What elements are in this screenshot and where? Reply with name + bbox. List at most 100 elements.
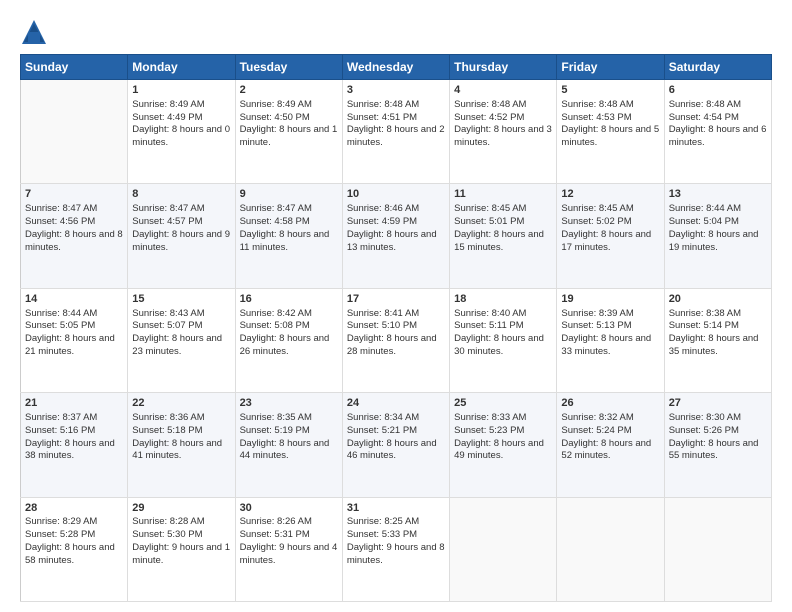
weekday-header: Monday [128,55,235,80]
calendar-cell: 18Sunrise: 8:40 AMSunset: 5:11 PMDayligh… [450,288,557,392]
sunset-text: Sunset: 4:51 PM [347,112,417,123]
calendar-cell: 28Sunrise: 8:29 AMSunset: 5:28 PMDayligh… [21,497,128,601]
calendar-cell: 5Sunrise: 8:48 AMSunset: 4:53 PMDaylight… [557,80,664,184]
day-number: 19 [561,292,659,307]
calendar-cell: 3Sunrise: 8:48 AM Sunset: 4:51 PMDaylight… [342,80,449,184]
calendar-cell: 27Sunrise: 8:30 AM Sunset: 5:26 PM Dayligh… [664,393,771,497]
daylight-text: Daylight: 8 hours and 38 minutes. [25,438,115,462]
sunset-text: Sunset: 5:30 PM [132,529,202,540]
sunset-text: Sunset: 5:21 PM [347,425,417,436]
sunrise-text: Sunrise: 8:47 AM [132,203,204,214]
day-number: 18 [454,292,552,307]
sunrise-text: Sunrise: 8:48 AM [454,99,526,110]
daylight-text: Daylight: 8 hours and 3 minutes. [454,124,552,148]
sunrise-text: Sunrise: 8:34 AM [347,412,419,423]
calendar-week-row: 7Sunrise: 8:47 AMSunset: 4:56 PMDaylight… [21,184,772,288]
weekday-header-row: SundayMondayTuesdayWednesdayThursdayFrid… [21,55,772,80]
daylight-text: Daylight: 8 hours and 8 minutes. [25,229,123,253]
day-number: 16 [240,292,338,307]
sunset-text: Sunset: 4:53 PM [561,112,631,123]
sunset-text: Sunset: 5:01 PM [454,216,524,227]
day-number: 15 [132,292,230,307]
daylight-text: Daylight: 8 hours and 17 minutes. [561,229,651,253]
day-number: 30 [240,501,338,516]
sunset-text: Sunset: 5:33 PM [347,529,417,540]
sunrise-text: Sunrise: 8:44 AM [25,308,97,319]
sunset-text: Sunset: 5:04 PM [669,216,739,227]
sunset-text: Sunset: 4:52 PM [454,112,524,123]
day-number: 24 [347,396,445,411]
calendar-cell: 20Sunrise: 8:38 AMSunset: 5:14 PMDayligh… [664,288,771,392]
daylight-text: Daylight: 8 hours and 1 minute. [240,124,338,148]
day-number: 7 [25,187,123,202]
day-number: 25 [454,396,552,411]
day-number: 31 [347,501,445,516]
sunrise-text: Sunrise: 8:36 AM [132,412,204,423]
day-number: 10 [347,187,445,202]
weekday-header: Sunday [21,55,128,80]
sunset-text: Sunset: 5:26 PM [669,425,739,436]
calendar-cell: 30Sunrise: 8:26 AMSunset: 5:31 PMDayligh… [235,497,342,601]
daylight-text: Daylight: 8 hours and 28 minutes. [347,333,437,357]
day-number: 3 [347,83,445,98]
calendar-cell: 13Sunrise: 8:44 AMSunset: 5:04 PMDayligh… [664,184,771,288]
sunrise-text: Sunrise: 8:30 AM [669,412,741,423]
calendar-cell: 24Sunrise: 8:34 AM Sunset: 5:21 PM Dayligh… [342,393,449,497]
daylight-text: Daylight: 9 hours and 1 minute. [132,542,230,566]
calendar-cell: 2Sunrise: 8:49 AMSunset: 4:50 PMDaylight… [235,80,342,184]
calendar-cell [664,497,771,601]
calendar-cell: 22Sunrise: 8:36 AMSunset: 5:18 PMDayligh… [128,393,235,497]
calendar-cell: 14Sunrise: 8:44 AMSunset: 5:05 PMDayligh… [21,288,128,392]
daylight-text: Daylight: 8 hours and 46 minutes. [347,438,437,462]
calendar-table: SundayMondayTuesdayWednesdayThursdayFrid… [20,54,772,602]
daylight-text: Daylight: 8 hours and 19 minutes. [669,229,759,253]
calendar-week-row: 14Sunrise: 8:44 AMSunset: 5:05 PM Dayligh… [21,288,772,392]
calendar-cell: 7Sunrise: 8:47 AM Sunset: 4:56 PM Daylight… [21,184,128,288]
daylight-text: Daylight: 8 hours and 55 minutes. [669,438,759,462]
day-number: 2 [240,83,338,98]
weekday-header: Thursday [450,55,557,80]
calendar-cell: 10Sunrise: 8:46 AMSunset: 4:59 PMDayligh… [342,184,449,288]
sunrise-text: Sunrise: 8:40 AM [454,308,526,319]
sunset-text: Sunset: 4:59 PM [347,216,417,227]
daylight-text: Daylight: 8 hours and 41 minutes. [132,438,222,462]
day-number: 14 [25,292,123,307]
day-number: 27 [669,396,767,411]
daylight-text: Daylight: 9 hours and 8 minutes. [347,542,445,566]
calendar-cell: 16Sunrise: 8:42 AMSunset: 5:08 PMDayligh… [235,288,342,392]
sunset-text: Sunset: 5:07 PM [132,320,202,331]
day-number: 21 [25,396,123,411]
daylight-text: Daylight: 8 hours and 49 minutes. [454,438,544,462]
calendar-header: SundayMondayTuesdayWednesdayThursdayFrid… [21,55,772,80]
calendar-cell: 15Sunrise: 8:43 AMSunset: 5:07 PM Dayligh… [128,288,235,392]
sunrise-text: Sunrise: 8:33 AM [454,412,526,423]
sunrise-text: Sunrise: 8:47 AM [240,203,312,214]
calendar-cell: 19Sunrise: 8:39 AMSunset: 5:13 PMDayligh… [557,288,664,392]
sunrise-text: Sunrise: 8:32 AM [561,412,633,423]
day-number: 6 [669,83,767,98]
sunset-text: Sunset: 4:56 PM [25,216,95,227]
sunset-text: Sunset: 5:13 PM [561,320,631,331]
calendar-cell [557,497,664,601]
day-number: 26 [561,396,659,411]
header [20,16,772,46]
sunrise-text: Sunrise: 8:48 AM [347,99,419,110]
page: SundayMondayTuesdayWednesdayThursdayFrid… [0,0,792,612]
sunset-text: Sunset: 5:05 PM [25,320,95,331]
weekday-header: Saturday [664,55,771,80]
daylight-text: Daylight: 8 hours and 23 minutes. [132,333,222,357]
sunset-text: Sunset: 5:02 PM [561,216,631,227]
daylight-text: Daylight: 8 hours and 2 minutes. [347,124,445,148]
sunset-text: Sunset: 5:31 PM [240,529,310,540]
sunrise-text: Sunrise: 8:43 AM [132,308,204,319]
sunrise-text: Sunrise: 8:47 AM [25,203,97,214]
day-number: 1 [132,83,230,98]
sunrise-text: Sunrise: 8:42 AM [240,308,312,319]
weekday-header: Wednesday [342,55,449,80]
daylight-text: Daylight: 8 hours and 15 minutes. [454,229,544,253]
day-number: 4 [454,83,552,98]
daylight-text: Daylight: 8 hours and 33 minutes. [561,333,651,357]
daylight-text: Daylight: 8 hours and 0 minutes. [132,124,230,148]
calendar-week-row: 1Sunrise: 8:49 AMSunset: 4:49 PMDaylight… [21,80,772,184]
daylight-text: Daylight: 8 hours and 58 minutes. [25,542,115,566]
